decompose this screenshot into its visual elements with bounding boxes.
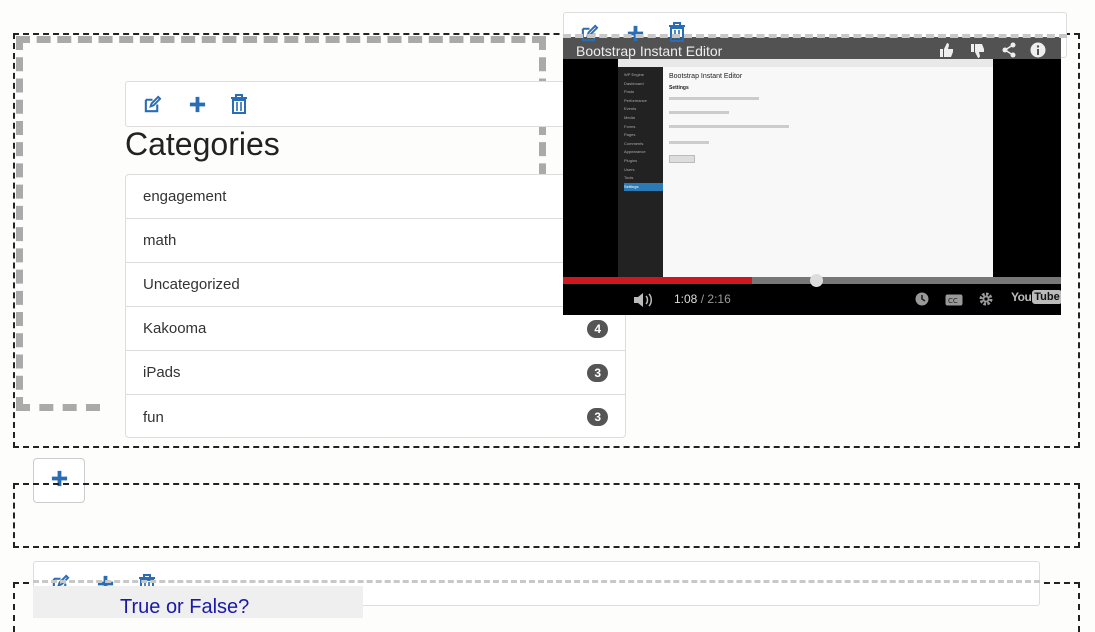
trash-icon xyxy=(230,94,248,114)
video-page: Bootstrap Instant Editor Settings xyxy=(663,67,993,277)
watch-later-icon[interactable] xyxy=(915,292,929,311)
video-inner-heading: Settings xyxy=(669,85,689,91)
count-badge: 4 xyxy=(587,319,608,338)
category-label: Uncategorized xyxy=(143,276,240,293)
category-label: engagement xyxy=(143,188,227,205)
youtube-logo[interactable]: You Tube xyxy=(1011,290,1061,304)
thumbs-down-icon[interactable] xyxy=(969,43,985,64)
video-sidebar-item: Events xyxy=(624,106,637,112)
video-progress-track[interactable] xyxy=(563,274,1061,287)
count-badge: 3 xyxy=(587,363,608,382)
video-progress-fill xyxy=(563,277,753,284)
video-sidebar: WP Engine Dashboard Posts Performance Events… xyxy=(618,67,663,282)
video-player[interactable]: WP Engine Dashboard Posts Performance Events… xyxy=(563,37,1061,315)
video-sidebar-item: Tools xyxy=(624,175,634,181)
list-item[interactable]: iPads 3 xyxy=(126,351,625,395)
quiz-card: True or False? xyxy=(33,586,363,618)
video-sidebar-item: Comments xyxy=(624,140,644,146)
settings-gear-icon[interactable] xyxy=(978,291,994,312)
category-label: fun xyxy=(143,408,164,426)
thumbs-up-icon[interactable] xyxy=(938,42,954,63)
time-total: 2:16 xyxy=(707,292,731,306)
plus-icon xyxy=(626,24,645,43)
video-sidebar-item: Pages xyxy=(624,132,636,138)
video-sidebar-item: Performance xyxy=(624,97,647,103)
video-edit-button[interactable] xyxy=(578,22,600,44)
video-sidebar-item: Settings xyxy=(624,182,663,192)
video-inner-title: Bootstrap Instant Editor xyxy=(669,73,743,80)
edit-icon xyxy=(143,95,162,114)
list-item[interactable]: engagement 20 xyxy=(126,175,625,219)
video-delete-button[interactable] xyxy=(666,21,688,43)
category-label: Kakooma xyxy=(143,320,207,337)
video-sidebar-item: Dashboard xyxy=(624,80,644,86)
video-add-button[interactable] xyxy=(624,22,646,44)
captions-icon[interactable]: CC xyxy=(945,293,963,311)
list-item[interactable]: fun 3 xyxy=(126,395,625,439)
plus-icon xyxy=(188,95,207,114)
video-sidebar-item: Media xyxy=(624,114,635,120)
video-progress-handle[interactable] xyxy=(810,274,824,287)
delete-button[interactable] xyxy=(228,93,250,115)
video-sidebar-item: Posts xyxy=(624,89,635,95)
video-time: 1:08 / 2:16 xyxy=(674,292,731,306)
svg-text:CC: CC xyxy=(948,297,958,305)
time-current: 1:08 xyxy=(674,292,698,306)
volume-icon[interactable] xyxy=(633,292,653,313)
category-label: iPads xyxy=(143,364,181,381)
share-icon[interactable] xyxy=(1001,42,1017,63)
drop-zone-quiz-top xyxy=(33,580,1040,583)
edit-button[interactable] xyxy=(141,93,163,115)
time-separator: / xyxy=(700,292,705,306)
count-badge: 3 xyxy=(587,408,608,426)
categories-heading: Categories xyxy=(125,126,280,162)
video-sidebar-item: Appearance xyxy=(624,149,646,155)
video-title[interactable]: Bootstrap Instant Editor xyxy=(576,43,722,59)
info-icon[interactable] xyxy=(1030,42,1046,63)
drop-zone-left-bottom xyxy=(16,404,100,411)
row-container-empty xyxy=(13,483,1080,548)
category-label: math xyxy=(143,232,177,249)
trash-icon xyxy=(668,22,686,42)
categories-list: engagement 20 math 19 Uncategorized 6 Ka… xyxy=(125,174,626,438)
list-item[interactable]: Uncategorized 6 xyxy=(126,263,625,307)
categories-toolbar xyxy=(125,81,632,127)
video-sidebar-item: WP Engine xyxy=(624,72,644,77)
quiz-title[interactable]: True or False? xyxy=(120,596,249,618)
list-item[interactable]: math 19 xyxy=(126,219,625,263)
drop-zone-video-top xyxy=(563,34,1067,38)
video-sidebar-item: Users xyxy=(624,166,635,172)
video-sidebar-item: Forms xyxy=(624,123,636,129)
edit-icon xyxy=(580,24,599,43)
list-item[interactable]: Kakooma 4 xyxy=(126,307,625,351)
add-button[interactable] xyxy=(186,93,208,115)
video-sidebar-item: Plugins xyxy=(624,157,638,163)
